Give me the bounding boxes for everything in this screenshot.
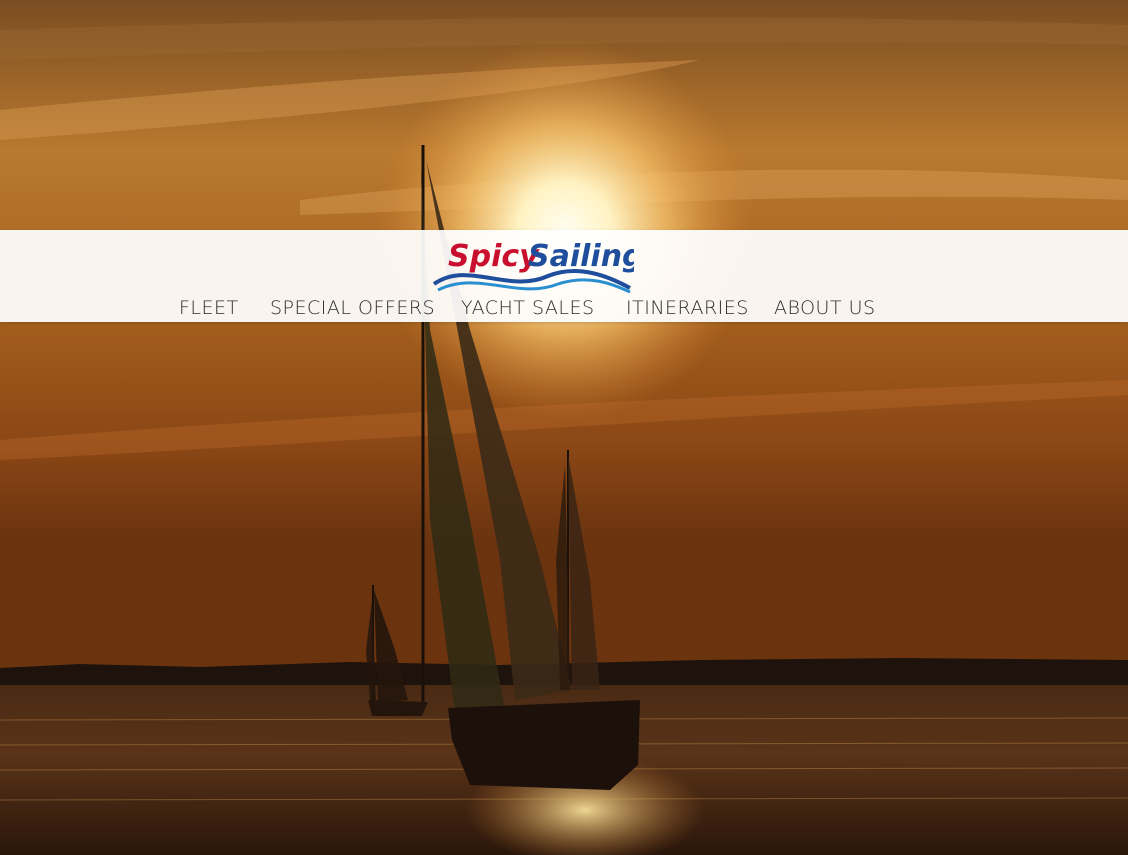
nav-special-offers[interactable]: SPECIAL OFFERS (270, 296, 435, 320)
logo-word-spicy: Spicy (448, 239, 540, 274)
nav-about-us[interactable]: ABOUT US (774, 296, 876, 320)
spicy-sailing-logo[interactable]: Spicy Sailing (428, 232, 644, 296)
nav-itineraries[interactable]: ITINERARIES (626, 296, 749, 320)
main-navigation: FLEET SPECIAL OFFERS YACHT SALES ITINERA… (0, 296, 1128, 320)
logo-graphic: Spicy Sailing (432, 239, 644, 294)
nav-yacht-sales[interactable]: YACHT SALES (461, 296, 595, 320)
hero-background-image (0, 0, 1128, 855)
nav-fleet[interactable]: FLEET (179, 296, 239, 320)
logo-word-sailing: Sailing (528, 239, 634, 274)
